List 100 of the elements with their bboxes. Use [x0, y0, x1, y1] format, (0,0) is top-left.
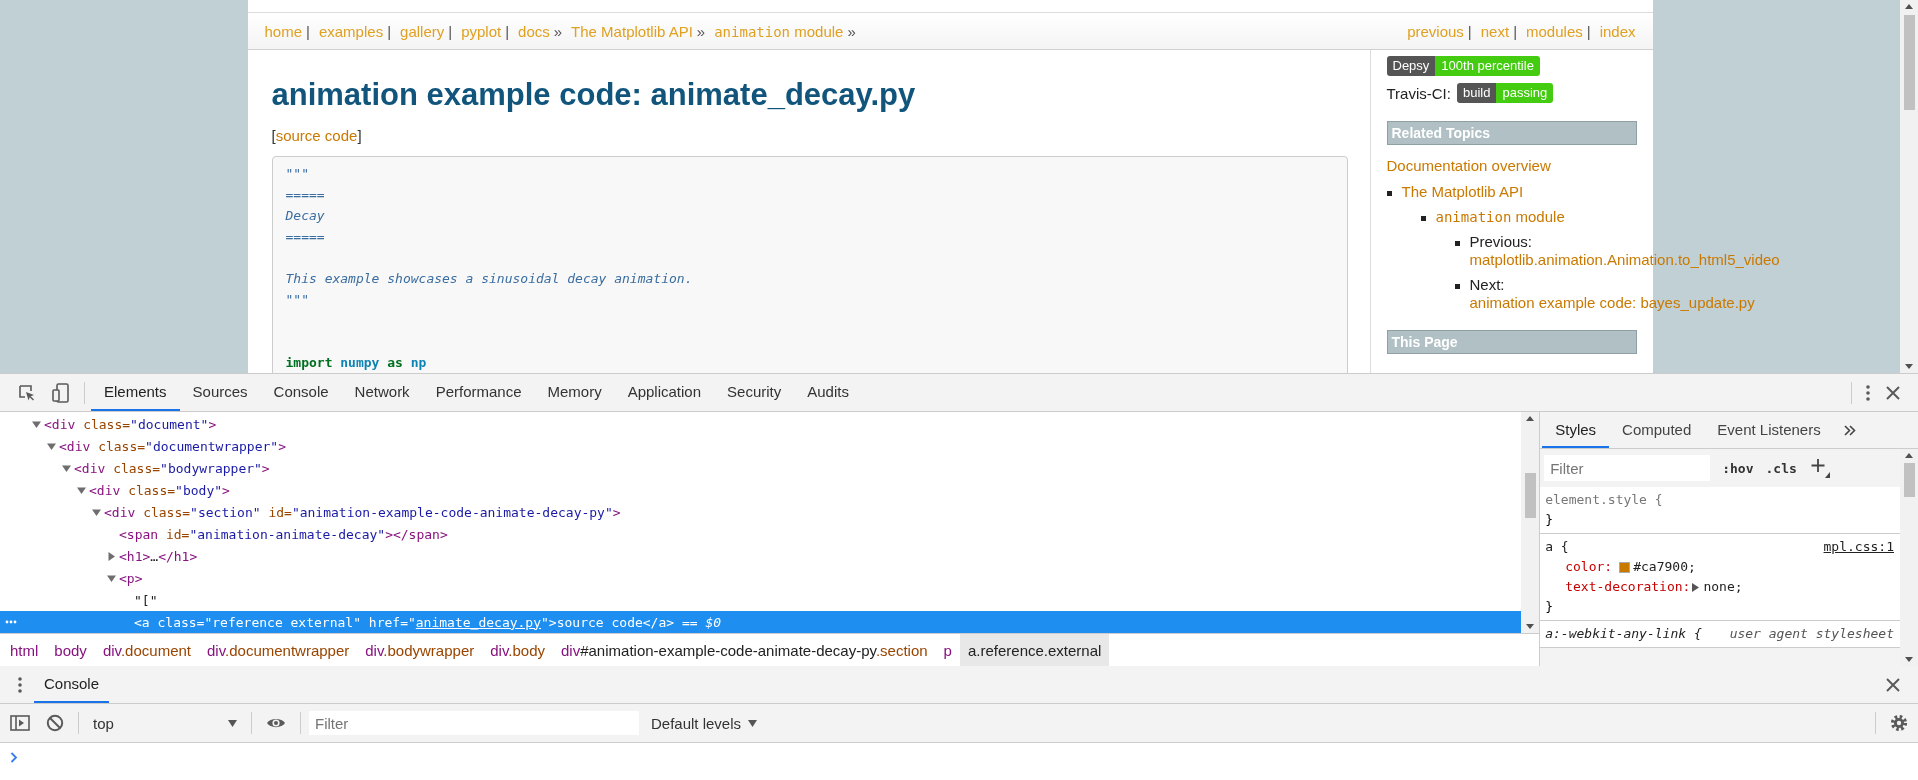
collapsed-triangle-icon[interactable] — [107, 551, 116, 561]
scrollbar-thumb[interactable] — [1903, 463, 1915, 497]
expanded-triangle-icon[interactable] — [92, 507, 101, 517]
code-line: ===== — [285, 187, 325, 202]
dom-node-row[interactable]: <h1>…</h1> — [0, 545, 1522, 567]
breadcrumb-item[interactable]: body — [46, 634, 95, 666]
list-bullet — [1420, 216, 1426, 221]
nav-separator: | — [1586, 22, 1591, 40]
sidebar-toggle-icon[interactable] — [10, 715, 30, 731]
scroll-down-icon[interactable] — [1905, 364, 1913, 369]
devtools-tab[interactable]: Network — [341, 374, 423, 411]
expanded-triangle-icon[interactable] — [62, 463, 71, 473]
dom-node-row[interactable]: <div class="documentwrapper"> — [0, 435, 1522, 457]
scrollbar[interactable] — [1900, 0, 1918, 373]
expanded-triangle-icon[interactable] — [77, 485, 86, 495]
dom-node-markup: <div class="body"> — [89, 482, 230, 498]
more-tabs-icon[interactable] — [1843, 424, 1856, 436]
dom-node-markup: <div class="bodywrapper"> — [74, 460, 270, 476]
breadcrumb-item[interactable]: div.body — [482, 634, 553, 666]
filter-field[interactable]: Filter — [1544, 455, 1711, 481]
dom-node-row[interactable]: <div class="bodywrapper"> — [0, 457, 1522, 479]
css-property: color: — [1565, 558, 1613, 576]
dom-node-row[interactable]: <div class="section" id="animation-example-code-animate-decay-py"> — [0, 501, 1522, 523]
collapsed-triangle-icon[interactable] — [1692, 582, 1700, 592]
clear-console-icon[interactable] — [46, 714, 64, 732]
context-select[interactable]: top — [85, 714, 245, 732]
eye-icon[interactable] — [266, 716, 286, 730]
close-icon[interactable] — [1886, 385, 1900, 400]
expanded-triangle-icon[interactable] — [47, 441, 56, 451]
scrollbar-thumb[interactable] — [1903, 15, 1915, 110]
scroll-down-icon[interactable] — [1905, 657, 1913, 662]
list-bullet — [1454, 284, 1460, 289]
closing-brace: } — [1545, 599, 1554, 614]
device-toggle-icon[interactable] — [52, 382, 70, 403]
dom-node-row[interactable]: <p> — [0, 567, 1522, 589]
dom-node-row[interactable]: <div class="body"> — [0, 479, 1522, 501]
drawer-menu-icon[interactable] — [18, 676, 22, 693]
expanded-triangle-icon[interactable] — [107, 573, 116, 583]
breadcrumb-item[interactable]: div#animation-example-code-animate-decay-py.section — [553, 634, 936, 666]
add-rule-icon[interactable] — [1810, 458, 1831, 478]
dom-node-markup: <div class="section" id="animation-example-code-animate-decay-py"> — [104, 504, 621, 520]
scroll-up-icon[interactable] — [1905, 4, 1913, 9]
breadcrumb-item[interactable]: div.document — [94, 634, 199, 666]
css-selector: a { — [1545, 538, 1569, 556]
devtools-tab[interactable]: Audits — [794, 374, 862, 411]
hover-state-button[interactable]: :hov — [1718, 460, 1758, 476]
scrollbar[interactable] — [1521, 412, 1540, 633]
styles-tab[interactable]: Event Listeners — [1704, 412, 1834, 448]
bracket-text: ] — [357, 127, 362, 144]
dom-node-markup: <div class="documentwrapper"> — [59, 438, 286, 454]
scroll-up-icon[interactable] — [1905, 453, 1913, 458]
list-bullet — [1454, 241, 1460, 246]
dropdown-caret-icon — [748, 719, 758, 727]
devtools-tab[interactable]: Sources — [179, 374, 261, 411]
code-line: ===== — [285, 229, 325, 244]
settings-icon[interactable] — [1890, 714, 1908, 732]
dom-node-row[interactable]: "[" — [0, 589, 1522, 611]
dom-node-markup: <a class="reference external" href="animate_decay.py">source code</a> == $0 — [134, 614, 722, 630]
breadcrumb-item[interactable]: div.documentwrapper — [199, 634, 358, 666]
log-levels-dropdown[interactable]: Default levels — [645, 713, 764, 733]
nav-separator: | — [1513, 22, 1518, 40]
breadcrumb-item[interactable]: p — [935, 634, 960, 666]
more-icon[interactable] — [5, 620, 17, 624]
more-options-icon[interactable] — [1866, 384, 1870, 401]
devtools-tab[interactable]: Console — [260, 374, 342, 411]
nav-separator: | — [306, 22, 310, 40]
bracket-text: [ — [271, 127, 276, 144]
closing-brace: } — [1545, 512, 1554, 527]
css-value: none; — [1703, 578, 1743, 596]
close-icon[interactable] — [1886, 677, 1900, 692]
scrollbar-thumb[interactable] — [1524, 473, 1536, 518]
devtools-tab[interactable]: Performance — [422, 374, 535, 411]
filter-field[interactable]: Filter — [309, 711, 639, 735]
css-property: text-decoration: — [1565, 578, 1691, 596]
stylesheet-link[interactable]: mpl.css:1 — [1823, 537, 1894, 557]
css-value: #ca7900; — [1633, 558, 1696, 576]
scroll-up-icon[interactable] — [1526, 416, 1535, 421]
breadcrumb-item[interactable]: div.bodywrapper — [357, 634, 483, 666]
breadcrumb-item[interactable]: a.reference.external — [959, 634, 1110, 666]
devtools-tab[interactable]: Memory — [534, 374, 615, 411]
section-header: Related Topics — [1386, 121, 1637, 145]
devtools-tab[interactable]: Elements — [91, 374, 180, 411]
nav-separator: | — [448, 22, 453, 40]
styles-tab[interactable]: Computed — [1609, 412, 1705, 448]
scroll-down-icon[interactable] — [1526, 624, 1535, 629]
prompt-chevron-icon[interactable] — [10, 752, 18, 763]
devtools-tab[interactable]: Security — [714, 374, 795, 411]
stylesheet-label: user agent stylesheet — [1729, 625, 1894, 643]
color-swatch[interactable] — [1619, 561, 1631, 573]
code-line: """ — [285, 166, 309, 181]
breadcrumb-item[interactable]: html — [2, 634, 47, 666]
inspect-icon[interactable] — [18, 383, 36, 402]
styles-tab[interactable]: Styles — [1542, 412, 1610, 448]
dom-node-row[interactable]: <div class="document"> — [0, 413, 1522, 435]
code-line: Decay — [285, 208, 325, 223]
expanded-triangle-icon[interactable] — [32, 419, 41, 429]
nav-separator: » — [696, 22, 706, 40]
devtools-tab[interactable]: Application — [614, 374, 715, 411]
dom-node-row[interactable]: <span id="animation-animate-decay"></span> — [0, 523, 1522, 545]
class-button[interactable]: .cls — [1761, 460, 1801, 476]
